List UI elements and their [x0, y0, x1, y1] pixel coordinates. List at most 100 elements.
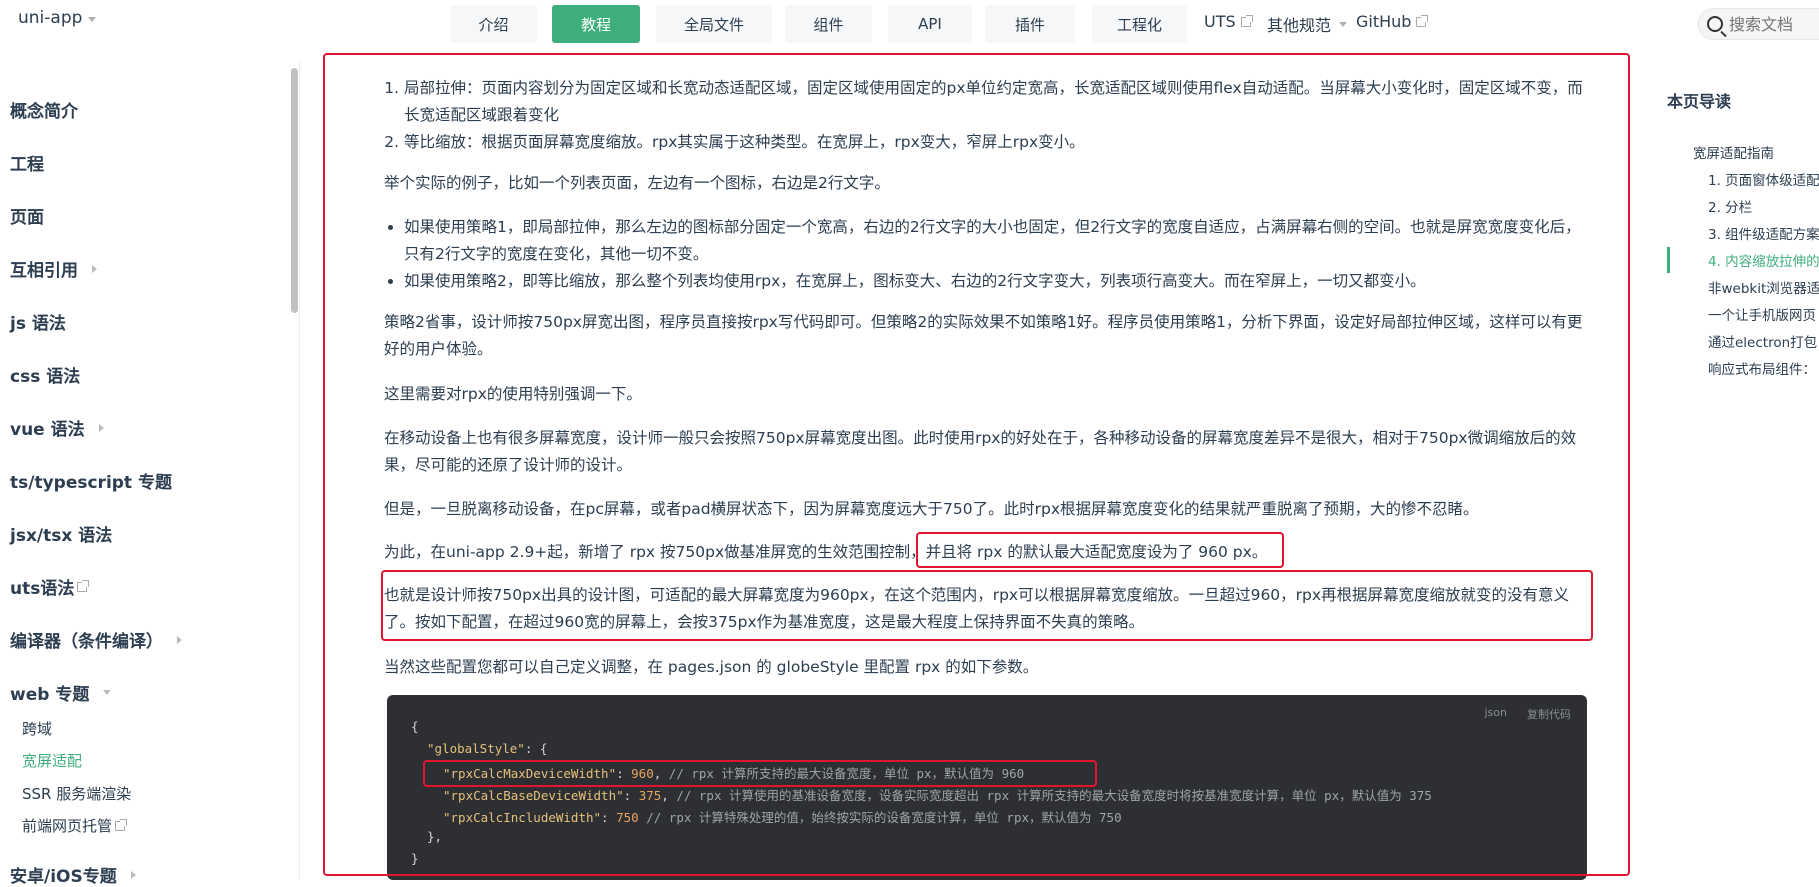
search-icon — [1707, 16, 1723, 32]
sidebar-item-references[interactable]: 互相引用 — [10, 256, 97, 281]
list-item: 如果使用策略2，即等比缩放，那么整个列表均使用rpx，在宽屏上，图标变大、右边的… — [404, 268, 1590, 295]
nav-plugins-button[interactable]: 插件 — [985, 5, 1075, 43]
code-value: 375 — [638, 788, 662, 803]
sidebar-item-label: 编译器（条件编译） — [10, 632, 163, 652]
code-key: "rpxCalcMaxDeviceWidth" — [443, 766, 617, 781]
sidebar-item-uts[interactable]: uts语法 — [10, 574, 90, 599]
nav-uts-link[interactable]: UTS — [1204, 12, 1253, 31]
sidebar-item-label: 工程 — [10, 155, 44, 175]
sidebar-item-jsx[interactable]: jsx/tsx 语法 — [10, 521, 112, 546]
sidebar-item-label: js 语法 — [10, 314, 66, 334]
paragraph: 为此，在uni-app 2.9+起，新增了 rpx 按750px做基准屏宽的生效… — [384, 539, 1590, 566]
sidebar-item-js[interactable]: js 语法 — [10, 309, 66, 334]
sidebar-item-label: ts/typescript 专题 — [10, 473, 172, 493]
nav-engineering-button[interactable]: 工程化 — [1092, 5, 1187, 43]
highlighted-paragraph: 也就是设计师按750px出具的设计图，可适配的最大屏幕宽度为960px，在这个范… — [384, 586, 1570, 631]
code-line: } — [411, 851, 419, 866]
chevron-right-icon — [177, 635, 182, 644]
code-value: 960 — [631, 766, 654, 781]
bullet-list: 如果使用策略1，即局部拉伸，那么左边的图标部分固定一个宽高，右边的2行文字的大小… — [384, 214, 1590, 295]
highlighted-text: 并且将 rpx 的默认最大适配宽度设为了 960 px。 — [925, 543, 1268, 561]
toc-item[interactable]: 响应式布局组件： — [1708, 358, 1819, 378]
code-language-label: json — [1484, 706, 1508, 719]
external-link-icon — [1240, 14, 1253, 27]
sidebar-item-label: 安卓/iOS专题 — [10, 867, 117, 887]
sidebar-item-project[interactable]: 工程 — [10, 150, 44, 175]
sidebar-item-label: 互相引用 — [10, 261, 78, 281]
toc-item[interactable]: 通过electron打包 — [1708, 331, 1819, 351]
nav-components-button[interactable]: 组件 — [785, 5, 872, 43]
chevron-right-icon — [98, 423, 104, 432]
nav-global-files-button[interactable]: 全局文件 — [656, 5, 772, 43]
nav-uts-label: UTS — [1204, 12, 1236, 31]
chevron-down-icon — [1339, 21, 1348, 27]
code-value: 750 — [616, 810, 639, 825]
code-comment: // rpx 计算特殊处理的值，始终按实际的设备宽度计算，单位 rpx，默认值为… — [646, 810, 1122, 825]
sidebar-subitem-label: SSR 服务端渲染 — [22, 785, 132, 803]
brand-name: uni-app — [18, 8, 83, 28]
nav-github-link[interactable]: GitHub — [1356, 12, 1429, 31]
paragraph: 这里需要对rpx的使用特别强调一下。 — [384, 385, 642, 403]
toc-item-active[interactable]: 4. 内容缩放拉伸的 — [1708, 250, 1819, 270]
nav-other-specs-label: 其他规范 — [1267, 16, 1332, 35]
toc-title: 本页导读 — [1667, 92, 1732, 111]
code-toolbar: json 复制代码 — [1485, 706, 1572, 722]
code-punct: : { — [524, 741, 548, 756]
paragraph: 在移动设备上也有很多屏幕宽度，设计师一般只会按照750px屏幕宽度出图。此时使用… — [384, 429, 1577, 474]
paragraph: 策略2省事，设计师按750px屏宽出图，程序员直接按rpx写代码即可。但策略2的… — [384, 313, 1583, 358]
sidebar-subitem-label: 前端网页托管 — [22, 817, 113, 835]
sidebar-scrollbar[interactable] — [291, 68, 298, 313]
nav-api-button[interactable]: API — [888, 5, 972, 43]
code-line: { — [411, 719, 419, 734]
sidebar-subitem-label: 宽屏适配 — [22, 752, 83, 770]
code-line: "rpxCalcIncludeWidth": 750 // rpx 计算特殊处理… — [443, 810, 1122, 825]
code-comment: // rpx 计算所支持的最大设备宽度，单位 px，默认值为 960 — [668, 766, 1025, 781]
sidebar-item-android-ios[interactable]: 安卓/iOS专题 — [10, 862, 136, 887]
copy-code-button[interactable]: 复制代码 — [1527, 706, 1571, 722]
sidebar-item-label: web 专题 — [10, 685, 90, 705]
chevron-down-icon — [88, 16, 97, 22]
toc-item[interactable]: 3. 组件级适配方案 — [1708, 223, 1819, 243]
paragraph: 当然这些配置您都可以自己定义调整，在 pages.json 的 globeSty… — [384, 658, 1039, 676]
list-item: 等比缩放：根据页面屏幕宽度缩放。rpx其实属于这种类型。在宽屏上，rpx变大，窄… — [404, 129, 1590, 156]
sidebar-item-web[interactable]: web 专题 — [10, 680, 112, 705]
chevron-right-icon — [92, 264, 97, 273]
code-key: "rpxCalcBaseDeviceWidth" — [443, 788, 624, 803]
sidebar-item-vue[interactable]: vue 语法 — [10, 415, 104, 440]
external-link-icon — [77, 579, 90, 592]
code-line: "rpxCalcBaseDeviceWidth": 375, // rpx 计算… — [443, 788, 1432, 803]
list-item: 局部拉伸：页面内容划分为固定区域和长宽动态适配区域，固定区域使用固定的px单位约… — [404, 75, 1590, 129]
sidebar-item-label: css 语法 — [10, 367, 81, 387]
code-line: "rpxCalcMaxDeviceWidth": 960, // rpx 计算所… — [443, 766, 1025, 781]
toc-item[interactable]: 宽屏适配指南 — [1693, 142, 1774, 162]
sidebar-subitem-widescreen[interactable]: 宽屏适配 — [22, 750, 82, 771]
toc-item[interactable]: 一个让手机版网页 — [1708, 304, 1819, 324]
search-input[interactable] — [1729, 14, 1819, 34]
sidebar-subitem-ssr[interactable]: SSR 服务端渲染 — [22, 783, 131, 804]
sidebar-subitem-label: 跨域 — [22, 720, 53, 738]
sidebar-item-label: jsx/tsx 语法 — [10, 526, 113, 546]
code-key: "rpxCalcIncludeWidth" — [443, 810, 602, 825]
search-box[interactable] — [1698, 8, 1819, 40]
strategy-list: 局部拉伸：页面内容划分为固定区域和长宽动态适配区域，固定区域使用固定的px单位约… — [384, 75, 1590, 156]
nav-tutorial-button[interactable]: 教程 — [552, 5, 640, 43]
sidebar-item-pages[interactable]: 页面 — [10, 203, 44, 228]
toc-item[interactable]: 2. 分栏 — [1708, 196, 1752, 216]
sidebar-subitem-cors[interactable]: 跨域 — [22, 718, 52, 739]
code-line: }, — [427, 829, 443, 844]
sidebar-item-compiler[interactable]: 编译器（条件编译） — [10, 627, 182, 652]
paragraph: 举个实际的例子，比如一个列表页面，左边有一个图标，右边是2行文字。 — [384, 174, 890, 192]
sidebar-item-css[interactable]: css 语法 — [10, 362, 80, 387]
sidebar-item-typescript[interactable]: ts/typescript 专题 — [10, 468, 172, 493]
toc-item[interactable]: 非webkit浏览器适 — [1708, 277, 1819, 297]
code-comment: // rpx 计算使用的基准设备宽度，设备实际宽度超出 rpx 计算所支持的最大… — [676, 788, 1432, 803]
chevron-right-icon — [130, 870, 136, 879]
sidebar-item-label: vue 语法 — [10, 420, 85, 440]
brand-switcher[interactable]: uni-app — [18, 8, 97, 28]
toc-item[interactable]: 1. 页面窗体级适配 — [1708, 169, 1819, 189]
sidebar-subitem-hosting[interactable]: 前端网页托管 — [22, 815, 128, 836]
nav-other-specs-dropdown[interactable]: 其他规范 — [1267, 12, 1348, 36]
sidebar-item-concepts[interactable]: 概念简介 — [10, 97, 78, 122]
external-link-icon — [1416, 14, 1429, 27]
nav-intro-button[interactable]: 介绍 — [450, 5, 537, 43]
